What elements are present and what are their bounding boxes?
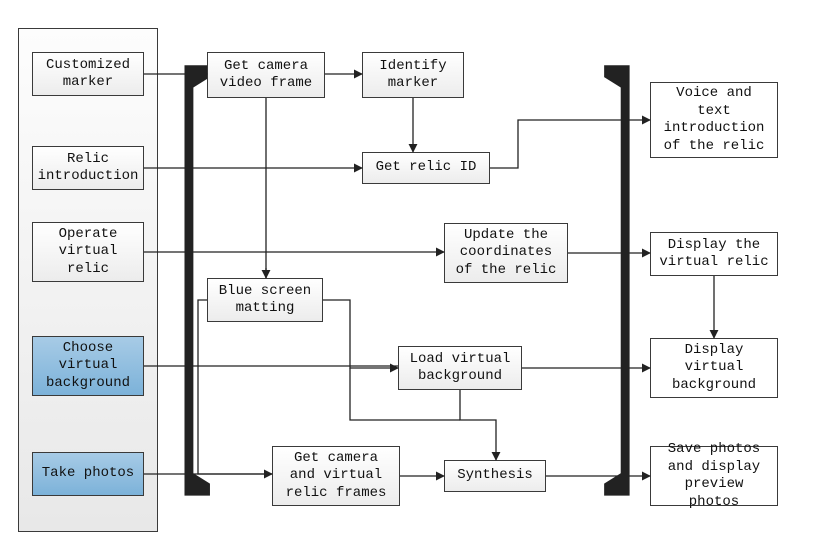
diagram-stage: [ ] Customized marker Relic introduction… [0,0,813,559]
node-choose-virtual-background: Choose virtual background [32,336,144,396]
node-operate-virtual-relic: Operate virtual relic [32,222,144,282]
node-blue-screen-matting: Blue screen matting [207,278,323,322]
node-voice-text-intro: Voice and text introduction of the relic [650,82,778,158]
node-customized-marker: Customized marker [32,52,144,96]
node-identify-marker: Identify marker [362,52,464,98]
node-synthesis: Synthesis [444,460,546,492]
node-load-virtual-background: Load virtual background [398,346,522,390]
node-get-relic-id: Get relic ID [362,152,490,184]
node-take-photos: Take photos [32,452,144,496]
node-display-virtual-background: Display virtual background [650,338,778,398]
node-update-coordinates: Update the coordinates of the relic [444,223,568,283]
node-get-camera-video-frame: Get camera video frame [207,52,325,98]
node-get-camera-relic-frames: Get camera and virtual relic frames [272,446,400,506]
node-relic-introduction: Relic introduction [32,146,144,190]
node-display-virtual-relic: Display the virtual relic [650,232,778,276]
node-save-display-preview: Save photos and display preview photos [650,446,778,506]
bracket-right: ] [600,18,638,486]
